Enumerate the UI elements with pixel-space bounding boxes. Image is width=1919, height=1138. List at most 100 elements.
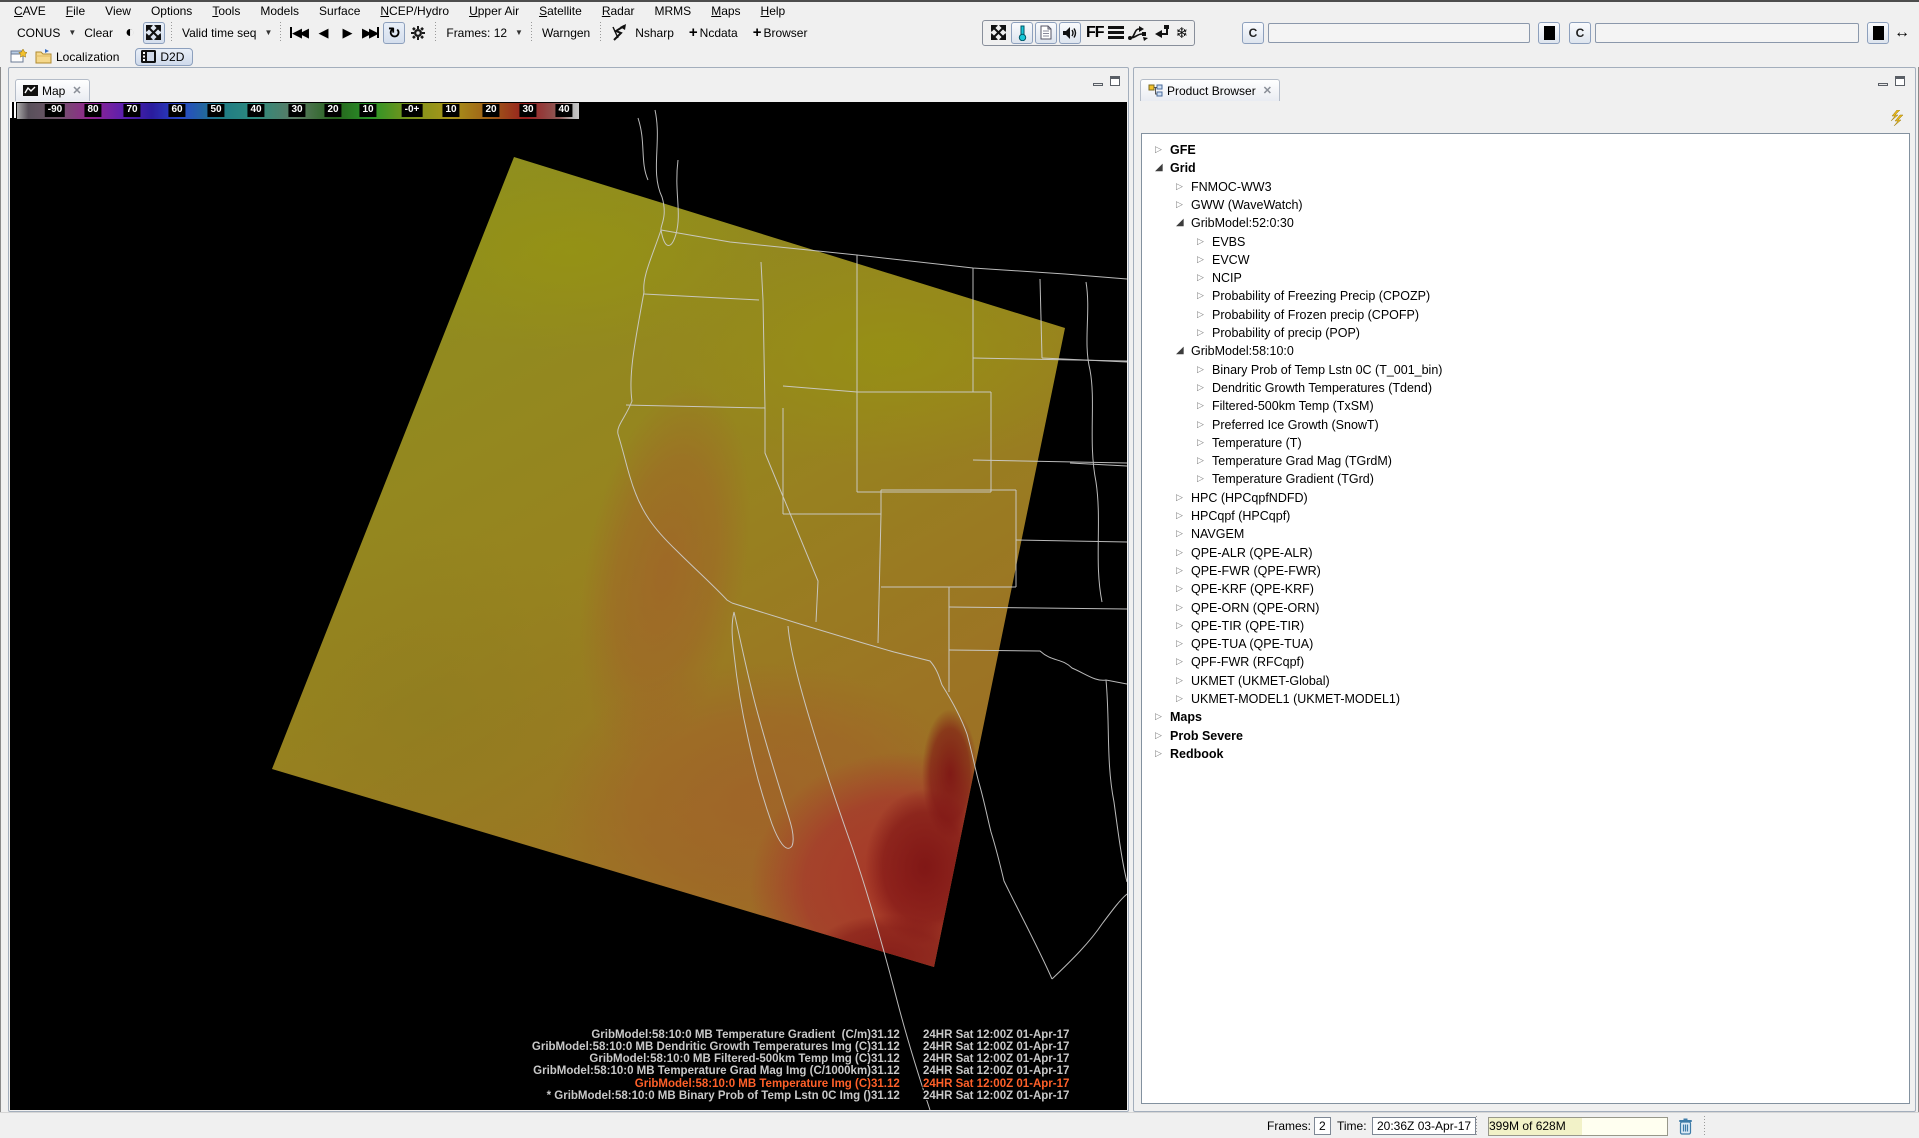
expand-arrow-icon[interactable]: ▷ [1176, 199, 1183, 210]
warning-text-field-1[interactable] [1268, 23, 1530, 43]
menu-tools[interactable]: Tools [202, 4, 250, 18]
legend-line-name[interactable]: GribModel:58:10:0 MB Temperature Img (C) [532, 1078, 871, 1090]
tree-item-label[interactable]: GWW (WaveWatch) [1191, 198, 1303, 212]
tree-item-qpf-fwr-rfcqpf[interactable]: ▷QPF-FWR (RFCqpf) [1142, 653, 1909, 671]
tree-item-label[interactable]: Temperature Grad Mag (TGrdM) [1212, 454, 1392, 468]
legend-line-name[interactable]: GribModel:58:10:0 MB Temperature Grad Ma… [532, 1065, 871, 1077]
heap-status-widget[interactable]: 399M of 628M [1488, 1117, 1668, 1136]
expand-arrow-icon[interactable]: ▷ [1176, 693, 1183, 704]
expand-arrow-icon[interactable]: ▷ [1176, 510, 1183, 521]
tree-item-label[interactable]: QPE-FWR (QPE-FWR) [1191, 564, 1321, 578]
nsharp-button[interactable]: Nsharp [634, 23, 679, 43]
menu-radar[interactable]: Radar [592, 4, 645, 18]
expand-arrow-icon[interactable]: ▷ [1176, 181, 1183, 192]
menu-help[interactable]: Help [751, 4, 796, 18]
image-properties-button[interactable]: ◐ [119, 22, 141, 44]
localization-button[interactable]: Localization [53, 50, 125, 64]
tree-item-fnmoc-ww3[interactable]: ▷FNMOC-WW3 [1142, 178, 1909, 196]
tree-item-label[interactable]: EVBS [1212, 235, 1245, 249]
zoom-extent-button[interactable] [143, 22, 165, 44]
menu-models[interactable]: Models [250, 4, 309, 18]
expand-arrow-icon[interactable]: ▷ [1197, 419, 1204, 430]
pan-zoom-button[interactable] [987, 22, 1009, 44]
tree-item-label[interactable]: QPE-TIR (QPE-TIR) [1191, 619, 1304, 633]
tree-item-label[interactable]: GribModel:58:10:0 [1191, 344, 1294, 358]
expand-arrow-icon[interactable]: ▷ [1176, 492, 1183, 503]
tree-item-label[interactable]: Probability of Freezing Precip (CPOZP) [1212, 289, 1430, 303]
menu-file[interactable]: File [56, 4, 95, 18]
product-browser-tab[interactable]: Product Browser ✕ [1140, 79, 1280, 101]
minimize-icon[interactable] [1093, 83, 1103, 86]
tree-item-qpe-krf-qpe-krf[interactable]: ▷QPE-KRF (QPE-KRF) [1142, 580, 1909, 598]
expand-arrow-icon[interactable]: ▷ [1176, 602, 1183, 613]
warning-text-field-2[interactable] [1595, 23, 1859, 43]
tree-item-probability-of-frozen-precip-cpofp[interactable]: ▷Probability of Frozen precip (CPOFP) [1142, 306, 1909, 324]
sample-thermometer-button[interactable] [1011, 22, 1033, 44]
menu-ncep-hydro[interactable]: NCEP/Hydro [370, 4, 459, 18]
tree-item-hpc-hpcqpfndfd[interactable]: ▷ HPC (HPCqpfNDFD) [1142, 489, 1909, 507]
tree-item-filtered-500km-temp-txsm[interactable]: ▷Filtered-500km Temp (TxSM) [1142, 397, 1909, 415]
tree-item-gribmodel-58-10-0[interactable]: ◢GribModel:58:10:0 [1142, 342, 1909, 360]
menu-view[interactable]: View [95, 4, 141, 18]
maximize-icon[interactable] [1110, 76, 1120, 86]
tree-item-label[interactable]: HPC (HPCqpfNDFD) [1191, 491, 1308, 505]
expand-arrow-icon[interactable]: ▷ [1197, 327, 1204, 338]
step-back-button[interactable]: ◀ [311, 22, 333, 44]
clear-text-button-2[interactable]: C [1569, 22, 1591, 44]
expand-arrow-icon[interactable]: ▷ [1155, 711, 1162, 722]
tree-item-gww-wavewatch[interactable]: ▷ GWW (WaveWatch) [1142, 196, 1909, 214]
tree-item-label[interactable]: Redbook [1170, 747, 1223, 761]
tree-item-label[interactable]: QPE-TUA (QPE-TUA) [1191, 637, 1313, 651]
points-tool-icon[interactable] [1155, 25, 1170, 41]
tree-item-label[interactable]: HPCqpf (HPCqpf) [1191, 509, 1290, 523]
tree-item-label[interactable]: NCIP [1212, 271, 1242, 285]
tree-item-qpe-orn-qpe-orn[interactable]: ▷ QPE-ORN (QPE-ORN) [1142, 599, 1909, 617]
tree-item-label[interactable]: GFE [1170, 143, 1196, 157]
tree-item-prob-severe[interactable]: ▷Prob Severe [1142, 727, 1909, 745]
expand-arrow-icon[interactable]: ▷ [1197, 455, 1204, 466]
menu-lines-icon[interactable] [1108, 24, 1124, 41]
tree-item-label[interactable]: QPE-KRF (QPE-KRF) [1191, 582, 1314, 596]
scale-select[interactable]: CONUS [12, 23, 65, 43]
expand-arrow-icon[interactable]: ▷ [1176, 638, 1183, 649]
tree-item-label[interactable]: Binary Prob of Temp Lstn 0C (T_001_bin) [1212, 363, 1442, 377]
text-workstation-button[interactable] [1035, 22, 1057, 44]
expand-arrow-icon[interactable]: ▷ [1176, 547, 1183, 558]
garbage-collect-button[interactable] [1678, 1113, 1693, 1138]
open-perspective-icon[interactable] [10, 49, 27, 64]
tree-item-label[interactable]: QPF-FWR (RFCqpf) [1191, 655, 1304, 669]
expand-arrow-icon[interactable]: ▷ [1197, 290, 1204, 301]
tree-item-label[interactable]: QPE-ORN (QPE-ORN) [1191, 601, 1319, 615]
data-flow-icon[interactable] [1128, 25, 1148, 41]
menu-mrms[interactable]: MRMS [645, 4, 702, 18]
menu-maps[interactable]: Maps [701, 4, 750, 18]
tree-item-label[interactable]: UKMET (UKMET-Global) [1191, 674, 1330, 688]
map-tab[interactable]: Map ✕ [15, 79, 90, 101]
expand-arrow-icon[interactable]: ▷ [1176, 620, 1183, 631]
tree-item-label[interactable]: NAVGEM [1191, 527, 1244, 541]
tree-item-label[interactable]: Filtered-500km Temp (TxSM) [1212, 399, 1374, 413]
tree-item-probability-of-precip-pop[interactable]: ▷Probability of precip (POP) [1142, 324, 1909, 342]
tree-item-navgem[interactable]: ▷NAVGEM [1142, 525, 1909, 543]
alert-audio-button[interactable] [1059, 22, 1081, 44]
collapse-arrow-icon[interactable]: ◢ [1176, 217, 1184, 228]
refresh-bolts-icon[interactable] [1889, 110, 1903, 126]
tree-item-label[interactable]: Dendritic Growth Temperatures (Tdend) [1212, 381, 1432, 395]
clear-button[interactable]: Clear [79, 23, 118, 43]
close-icon[interactable]: ✕ [1260, 84, 1272, 97]
tree-item-temperature-t[interactable]: ▷Temperature (T) [1142, 434, 1909, 452]
tree-item-binary-prob-of-temp-lstn-0c-t-001-bin[interactable]: ▷Binary Prob of Temp Lstn 0C (T_001_bin) [1142, 361, 1909, 379]
last-frame-button[interactable]: ▶▶ [359, 22, 381, 44]
snowflake-icon[interactable]: ❄ [1176, 24, 1189, 42]
collapse-arrow-icon[interactable]: ◢ [1155, 162, 1163, 173]
expand-arrow-icon[interactable]: ▷ [1197, 236, 1204, 247]
tree-item-label[interactable]: Maps [1170, 710, 1202, 724]
tree-item-dendritic-growth-temperatures-tdend[interactable]: ▷Dendritic Growth Temperatures (Tdend) [1142, 379, 1909, 397]
time-settings-gear-button[interactable] [407, 22, 429, 44]
tree-item-qpe-tir-qpe-tir[interactable]: ▷ QPE-TIR (QPE-TIR) [1142, 617, 1909, 635]
expand-arrow-icon[interactable]: ▷ [1155, 748, 1162, 759]
tree-item-label[interactable]: Probability of Frozen precip (CPOFP) [1212, 308, 1419, 322]
tree-item-qpe-alr-qpe-alr[interactable]: ▷QPE-ALR (QPE-ALR) [1142, 544, 1909, 562]
tree-item-label[interactable]: UKMET-MODEL1 (UKMET-MODEL1) [1191, 692, 1400, 706]
time-options-caret[interactable]: ▼ [261, 28, 275, 37]
